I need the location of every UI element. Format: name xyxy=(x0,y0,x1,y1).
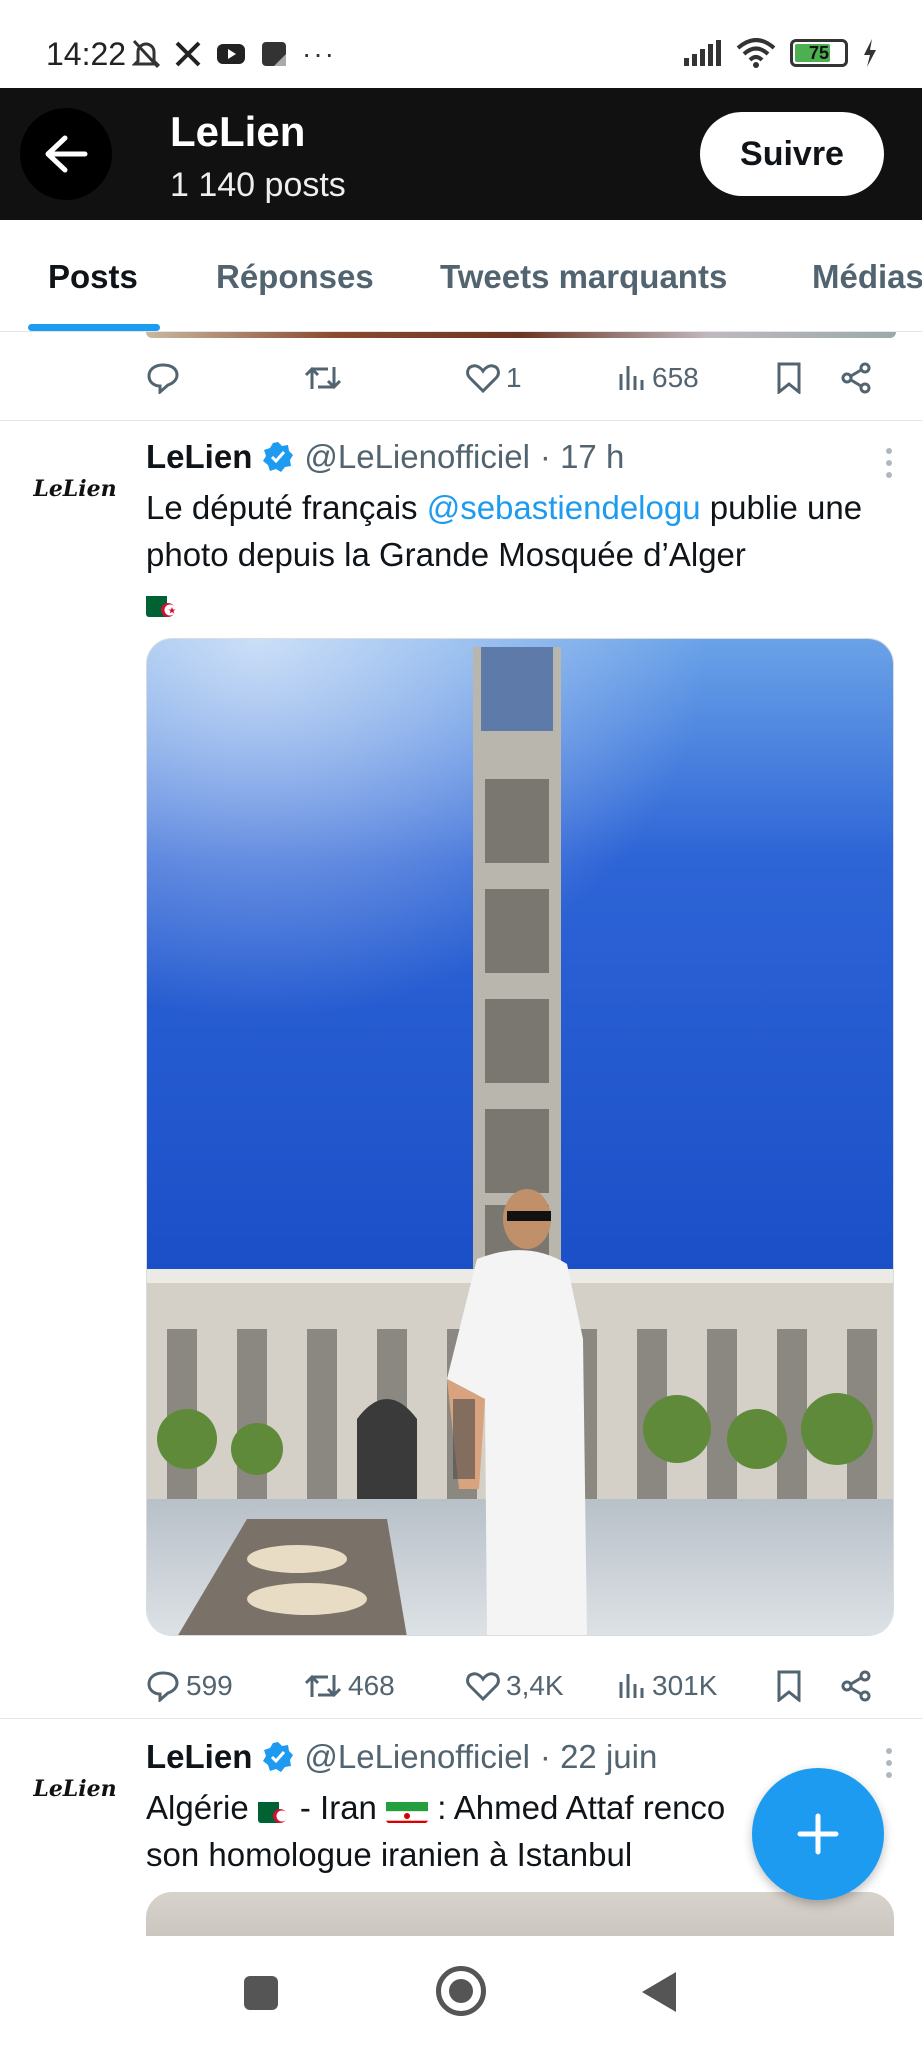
bookmark-button[interactable] xyxy=(776,1670,802,1702)
author-name[interactable]: LeLien xyxy=(146,438,252,476)
tab-media[interactable]: Médias xyxy=(812,258,922,296)
profile-title: LeLien xyxy=(170,108,306,155)
retweet-count: 468 xyxy=(348,1670,395,1701)
plus-icon xyxy=(797,1813,839,1855)
tweet-photo[interactable] xyxy=(146,638,894,1636)
tweet-divider xyxy=(0,1718,922,1719)
tweet-time: · 17 h xyxy=(539,438,625,475)
views-button[interactable]: 301K xyxy=(618,1670,717,1702)
tab-highlights[interactable]: Tweets marquants xyxy=(440,258,727,296)
reply-icon xyxy=(147,363,179,394)
bookmark-button[interactable] xyxy=(776,362,802,394)
retweet-icon xyxy=(304,1674,342,1698)
bookmark-icon xyxy=(777,1670,801,1702)
tweet-actions: 599 468 3,4K 301K xyxy=(146,1664,886,1708)
profile-tabs: Posts Réponses Tweets marquants Médias xyxy=(0,220,922,332)
recent-apps-button[interactable] xyxy=(244,1976,278,2010)
back-button[interactable] xyxy=(20,108,112,200)
retweet-icon xyxy=(304,366,342,390)
arrow-left-icon xyxy=(45,135,88,173)
views-icon xyxy=(619,1674,644,1698)
verified-badge-icon xyxy=(263,1742,294,1772)
x-logo-icon xyxy=(175,41,201,67)
status-bar: 14:22 ··· 75 xyxy=(0,0,922,88)
heart-icon xyxy=(466,364,500,393)
post-count: 1 140 posts xyxy=(170,166,346,204)
share-button[interactable] xyxy=(840,362,872,394)
verified-badge-icon xyxy=(263,442,294,472)
like-button[interactable]: 3,4K xyxy=(466,1670,564,1702)
views-button[interactable]: 658 xyxy=(618,362,699,394)
wifi-icon xyxy=(736,38,776,68)
tab-active-indicator xyxy=(28,324,160,331)
tab-replies[interactable]: Réponses xyxy=(216,258,374,296)
profile-header: LeLien 1 140 posts Suivre xyxy=(0,88,922,220)
status-time: 14:22 xyxy=(46,36,127,72)
mention-link[interactable]: @sebastiendelogu xyxy=(427,489,701,526)
signal-icon xyxy=(684,40,721,66)
charging-icon xyxy=(864,39,876,67)
more-dots-icon: ··· xyxy=(302,38,336,69)
algeria-flag-icon xyxy=(257,1795,300,1823)
follow-button[interactable]: Suivre xyxy=(700,112,884,196)
reply-button[interactable]: 599 xyxy=(146,1670,233,1702)
previous-tweet-actions: 1 658 xyxy=(146,356,886,400)
back-nav-button[interactable] xyxy=(642,1972,676,2012)
battery-icon: 75 xyxy=(790,39,848,67)
share-icon xyxy=(841,362,871,394)
avatar[interactable]: LeLien xyxy=(30,444,120,534)
previous-tweet-media xyxy=(146,332,896,338)
views-count: 658 xyxy=(652,362,699,393)
home-button[interactable] xyxy=(436,1966,486,2016)
like-count: 3,4K xyxy=(506,1670,564,1701)
tab-posts[interactable]: Posts xyxy=(48,258,138,296)
share-button[interactable] xyxy=(840,1670,872,1702)
author-name[interactable]: LeLien xyxy=(146,1738,252,1776)
bookmark-icon xyxy=(777,362,801,394)
tweet-header: LeLien @LeLienofficiel · 22 juin xyxy=(146,1738,657,1776)
author-handle[interactable]: @LeLienofficiel xyxy=(304,438,530,476)
system-nav-bar xyxy=(0,1936,922,2048)
retweet-button[interactable] xyxy=(304,363,342,393)
status-icons-left: ··· xyxy=(132,38,336,70)
more-options-icon[interactable] xyxy=(884,1748,894,1778)
tweet-divider xyxy=(0,420,922,421)
more-options-icon[interactable] xyxy=(884,448,894,478)
compose-tweet-button[interactable] xyxy=(752,1768,884,1900)
tweet-text: Le député français @sebastiendelogu publ… xyxy=(146,484,886,625)
tweet-header: LeLien @LeLienofficiel · 17 h xyxy=(146,438,624,476)
iran-flag-icon xyxy=(386,1795,429,1823)
avatar[interactable]: LeLien xyxy=(30,1744,120,1834)
reply-button[interactable] xyxy=(146,362,180,394)
like-count: 1 xyxy=(506,362,522,393)
retweet-button[interactable]: 468 xyxy=(304,1670,395,1702)
views-count: 301K xyxy=(652,1670,718,1701)
mute-bell-icon xyxy=(132,39,160,69)
algeria-flag-icon xyxy=(146,589,188,617)
reply-icon xyxy=(147,1671,179,1702)
views-icon xyxy=(619,366,644,390)
youtube-icon xyxy=(217,44,245,64)
heart-icon xyxy=(466,1672,500,1701)
author-handle[interactable]: @LeLienofficiel xyxy=(304,1738,530,1776)
status-icons-right: 75 xyxy=(682,38,878,68)
reply-count: 599 xyxy=(186,1670,233,1701)
app-icon xyxy=(262,42,286,66)
share-icon xyxy=(841,1670,871,1702)
tweet-time: · 22 juin xyxy=(539,1738,658,1775)
like-button[interactable]: 1 xyxy=(466,362,522,394)
